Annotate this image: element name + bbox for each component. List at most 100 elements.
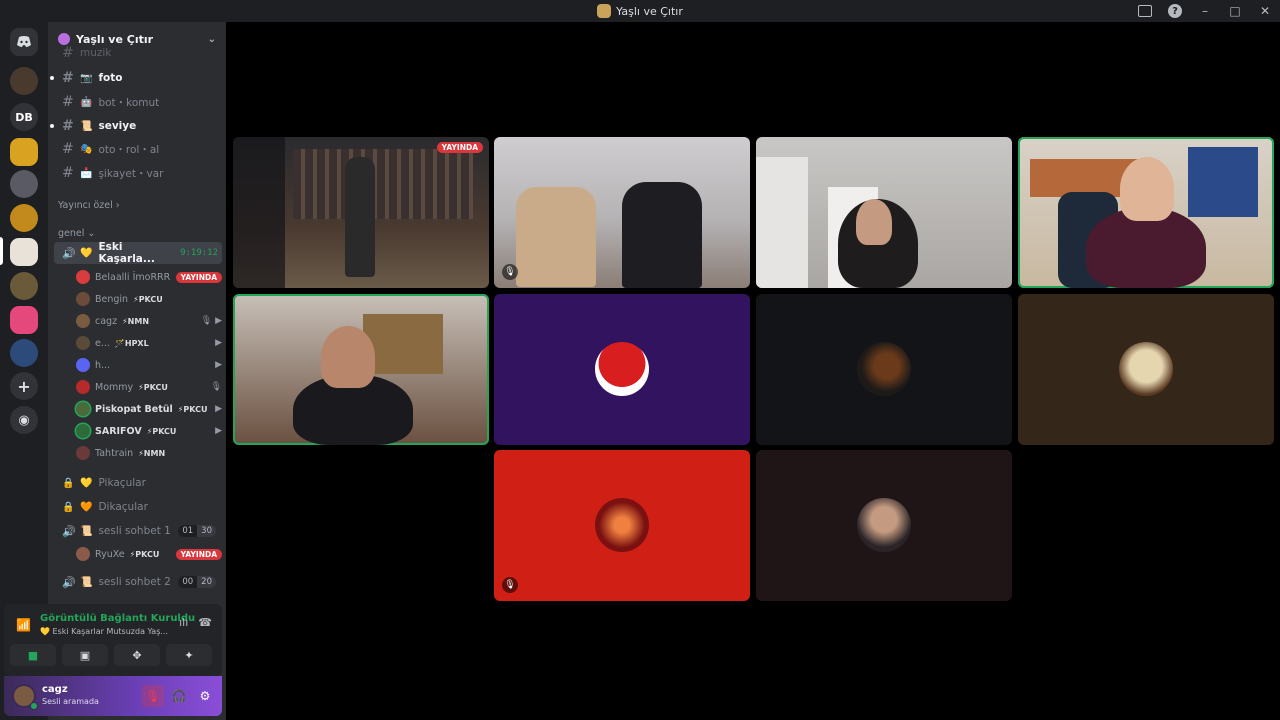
channel-label: Eski Kaşarla... [98,241,155,265]
voice-member[interactable]: SARIFOV ⚡PKCU ▶ [76,420,222,442]
user-count: 00 20 [178,576,216,588]
game-shelves [293,149,473,219]
connection-status[interactable]: Görüntülü Bağlantı Kuruldu [40,613,195,624]
connection-channel[interactable]: 💛 Eski Kaşarlar Mutsuzda Yaş... [40,627,168,636]
voice-connection-panel: 📶 Görüntülü Bağlantı Kuruldu 💛 Eski Kaşa… [4,604,222,676]
server-icon-9[interactable] [10,339,38,367]
noise-suppression-icon[interactable]: ılı [179,616,188,629]
avatar-tile-1[interactable] [494,294,750,445]
server-icon-1[interactable] [10,67,38,95]
voice-channel-dikaculer[interactable]: 🔒 🧡 Dikaçular [54,496,222,518]
avatar [76,270,90,284]
maximize-button[interactable]: □ [1220,0,1250,22]
camera-button[interactable]: ■ [10,644,56,666]
voice-member[interactable]: Tahtrain ⚡NMN [76,442,222,464]
camera-tile-person-1[interactable] [756,137,1012,288]
voice-member[interactable]: h... ▶ [76,354,222,376]
voice-member[interactable]: Belaalli İmoRRR YAYINDA [76,266,222,288]
server-icon-3[interactable] [10,138,38,166]
voice-channel-active[interactable]: 🔊 💛 Eski Kaşarla... 9:19:12 [54,241,222,265]
member-tag: ⚡PKCU [146,426,177,436]
channel-foto[interactable]: # 📷 foto [50,67,222,89]
server-icon-db[interactable]: DB [10,103,38,131]
avatar [76,292,90,306]
user-name: cagz [42,684,68,695]
avatar [76,336,90,350]
server-icon-5[interactable] [10,204,38,232]
channel-oto-rol-al[interactable]: # 🎭 oto・rol・al [54,138,222,160]
channel-label: oto・rol・al [98,143,160,156]
avatar [76,424,90,438]
voice-member[interactable]: cagz ⚡NMN 🎙 ▶ [76,310,222,332]
camera-tile-room[interactable]: 🎙 [494,137,750,288]
member-status-icons: ▶ [215,426,222,436]
chair-right [622,182,702,288]
server-boost-icon [58,33,70,45]
headphones-button[interactable]: 🎧 [168,685,190,707]
member-name: Piskopat Betül [95,403,173,415]
user-controls: 🎙 🎧 ⚙ [142,685,216,707]
category-general[interactable]: genel ⌄ [58,228,95,239]
person-face [1120,157,1174,221]
voice-member[interactable]: Piskopat Betül ⚡PKCU ▶ [76,398,222,420]
camera-tile-person-3[interactable] [233,294,489,445]
live-badge: YAYINDA [436,142,483,153]
soundboard-button[interactable]: ✦ [166,644,212,666]
user-count-current: 00 [178,576,198,588]
member-status-icons: ▶ [215,404,222,414]
server-icon-active[interactable] [10,238,38,266]
help-icon[interactable]: ? [1168,4,1182,18]
close-button[interactable]: ✕ [1250,0,1280,22]
signal-icon[interactable]: 📶 [16,618,31,632]
activities-button[interactable]: ✥ [114,644,160,666]
channel-partial[interactable]: # muzik [54,46,222,60]
avatar-tile-5[interactable] [756,450,1012,601]
voice-member[interactable]: e... 🪄HPXL ▶ [76,332,222,354]
member-name: RyuXe [95,548,125,560]
avatar [76,402,90,416]
screen-share-button[interactable]: ▣ [62,644,108,666]
minimize-button[interactable]: – [1190,0,1220,22]
channel-bot-komut[interactable]: # 🤖 bot・komut [54,91,222,113]
member-status-icons: ▶ [215,360,222,370]
camera-tile-person-2[interactable] [1018,137,1274,288]
server-icon-4[interactable] [10,170,38,198]
hash-icon: # [62,46,74,60]
channel-sikayet-var[interactable]: # 📩 şikayet・var [54,162,222,184]
inbox-icon[interactable] [1138,5,1152,17]
server-icon-7[interactable] [10,272,38,300]
server-icon-8[interactable] [10,306,38,334]
user-count-limit: 30 [197,525,216,537]
unread-dot [50,76,54,80]
member-tag: ⚡PKCU [129,549,160,559]
voice-member[interactable]: Mommy ⚡PKCU 🎙 [76,376,222,398]
avatar-tile-4[interactable]: 🎙 [494,450,750,601]
stream-tile-game[interactable]: YAYINDA 🎙 [233,137,489,288]
category-streamer[interactable]: Yayıncı özel › [58,200,120,211]
person-face [856,199,892,245]
add-server-button[interactable]: + [10,372,38,400]
avatar [76,314,90,328]
active-server-pill [0,237,3,265]
voice-channel-sesli-2[interactable]: 🔊 📜 sesli sohbet 2 00 20 [54,571,222,593]
category-label: genel [58,228,85,239]
disconnect-icon[interactable]: ☎ [198,616,212,629]
channel-seviye[interactable]: # 📜 seviye [50,115,222,137]
avatar [595,498,649,552]
avatar-tile-3[interactable] [1018,294,1274,445]
speaker-icon: 🔊 [62,524,76,538]
discord-logo-icon [17,36,31,47]
voice-channel-sesli-1[interactable]: 🔊 📜 sesli sohbet 1 01 30 [54,520,222,542]
member-status-icons: ▶ [215,338,222,348]
avatar [76,380,90,394]
direct-messages-button[interactable] [10,28,38,56]
voice-member[interactable]: Bengin ⚡PKCU [76,288,222,310]
channel-emoji: 🧡 [80,501,93,513]
settings-gear-icon[interactable]: ⚙ [194,685,216,707]
mute-mic-button[interactable]: 🎙 [142,685,164,707]
voice-channel-pikaculer[interactable]: 🔒 💛 Pikaçular [54,472,222,494]
voice-member[interactable]: RyuXe ⚡PKCU YAYINDA [76,543,222,565]
avatar-tile-2[interactable] [756,294,1012,445]
discover-button[interactable]: ◉ [10,406,38,434]
member-name: e... [95,337,110,349]
